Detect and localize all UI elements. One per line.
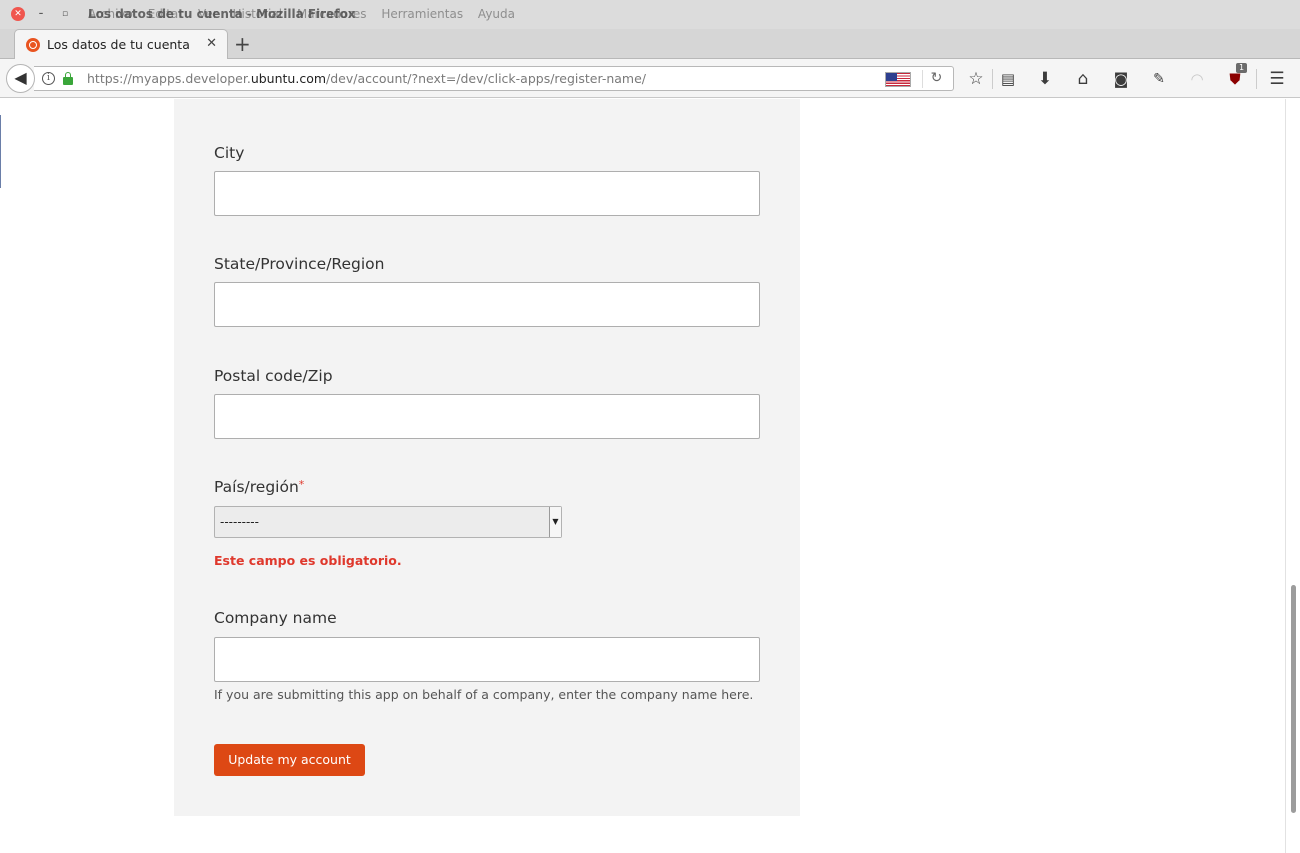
- postal-code-label: Postal code/Zip: [214, 367, 333, 385]
- city-label: City: [214, 144, 245, 162]
- new-tab-icon[interactable]: +: [234, 32, 251, 56]
- us-flag-icon[interactable]: [885, 72, 911, 87]
- back-arrow-icon: ◀: [14, 68, 27, 87]
- update-account-button[interactable]: Update my account: [214, 744, 365, 776]
- lock-icon[interactable]: [63, 72, 73, 85]
- site-info-icon[interactable]: i: [42, 72, 55, 85]
- ublock-count-badge: 1: [1236, 63, 1248, 73]
- country-label-text: País/región: [214, 478, 299, 496]
- home-icon[interactable]: ⌂: [1071, 67, 1095, 91]
- toolbar-separator: [992, 69, 993, 89]
- reading-list-icon[interactable]: ▤: [996, 67, 1020, 91]
- reload-icon[interactable]: ↻: [922, 70, 950, 88]
- vertical-scrollbar[interactable]: [1285, 99, 1300, 853]
- rss-icon[interactable]: ◠: [1185, 67, 1209, 91]
- menu-item-ayuda[interactable]: Ayuda: [478, 7, 515, 21]
- country-error-message: Este campo es obligatorio.: [214, 553, 402, 568]
- company-name-input[interactable]: [214, 637, 760, 682]
- url-text[interactable]: https://myapps.developer.ubuntu.com/dev/…: [87, 71, 646, 86]
- company-name-label: Company name: [214, 609, 337, 627]
- required-marker: *: [298, 478, 305, 491]
- window-maximize-icon[interactable]: ▫: [58, 7, 72, 21]
- url-path: /dev/account/?next=/dev/click-apps/regis…: [326, 71, 647, 86]
- company-name-help: If you are submitting this app on behalf…: [214, 687, 754, 702]
- account-form-panel: City State/Province/Region Postal code/Z…: [174, 99, 800, 816]
- menu-item-herramientas[interactable]: Herramientas: [381, 7, 463, 21]
- download-icon[interactable]: ⬇: [1033, 67, 1057, 91]
- tab-title: Los datos de tu cuenta: [47, 37, 190, 52]
- window-edge: [0, 115, 1, 188]
- country-label: País/región*: [214, 478, 304, 496]
- scrollbar-thumb[interactable]: [1291, 585, 1296, 813]
- star-icon[interactable]: ☆: [964, 67, 988, 91]
- state-input[interactable]: [214, 282, 760, 327]
- country-select[interactable]: --------- ▼: [214, 506, 562, 538]
- window-minimize-icon[interactable]: –: [34, 7, 48, 21]
- url-bar[interactable]: i https://myapps.developer.ubuntu.com/de…: [34, 66, 954, 91]
- tab-active[interactable]: Los datos de tu cuenta ✕: [14, 29, 228, 59]
- menu-icon[interactable]: ☰: [1265, 67, 1289, 91]
- navigation-bar: i https://myapps.developer.ubuntu.com/de…: [0, 59, 1300, 98]
- postal-code-input[interactable]: [214, 394, 760, 439]
- pocket-icon[interactable]: ◙: [1109, 67, 1133, 91]
- page-viewport: City State/Province/Region Postal code/Z…: [0, 99, 1285, 853]
- toolbar-separator: [1256, 69, 1257, 89]
- window-close-icon[interactable]: ✕: [11, 7, 25, 21]
- window-titlebar: ✕ – ▫ Archivo Editar Ver Historial Marca…: [0, 0, 1300, 29]
- country-select-value: ---------: [220, 515, 259, 529]
- tab-strip: Los datos de tu cuenta ✕ +: [0, 29, 1300, 59]
- window-title: Los datos de tu cuenta - Mozilla Firefox: [88, 7, 356, 21]
- url-domain: ubuntu.com: [250, 71, 327, 86]
- city-input[interactable]: [214, 171, 760, 216]
- ubuntu-favicon-icon: [26, 38, 40, 52]
- url-prefix: https://myapps.developer.: [87, 71, 251, 86]
- evernote-icon[interactable]: ✎: [1147, 67, 1171, 91]
- back-button[interactable]: ◀: [6, 64, 35, 93]
- chevron-down-icon[interactable]: ▼: [549, 507, 561, 537]
- tab-close-icon[interactable]: ✕: [206, 36, 217, 51]
- state-label: State/Province/Region: [214, 255, 385, 273]
